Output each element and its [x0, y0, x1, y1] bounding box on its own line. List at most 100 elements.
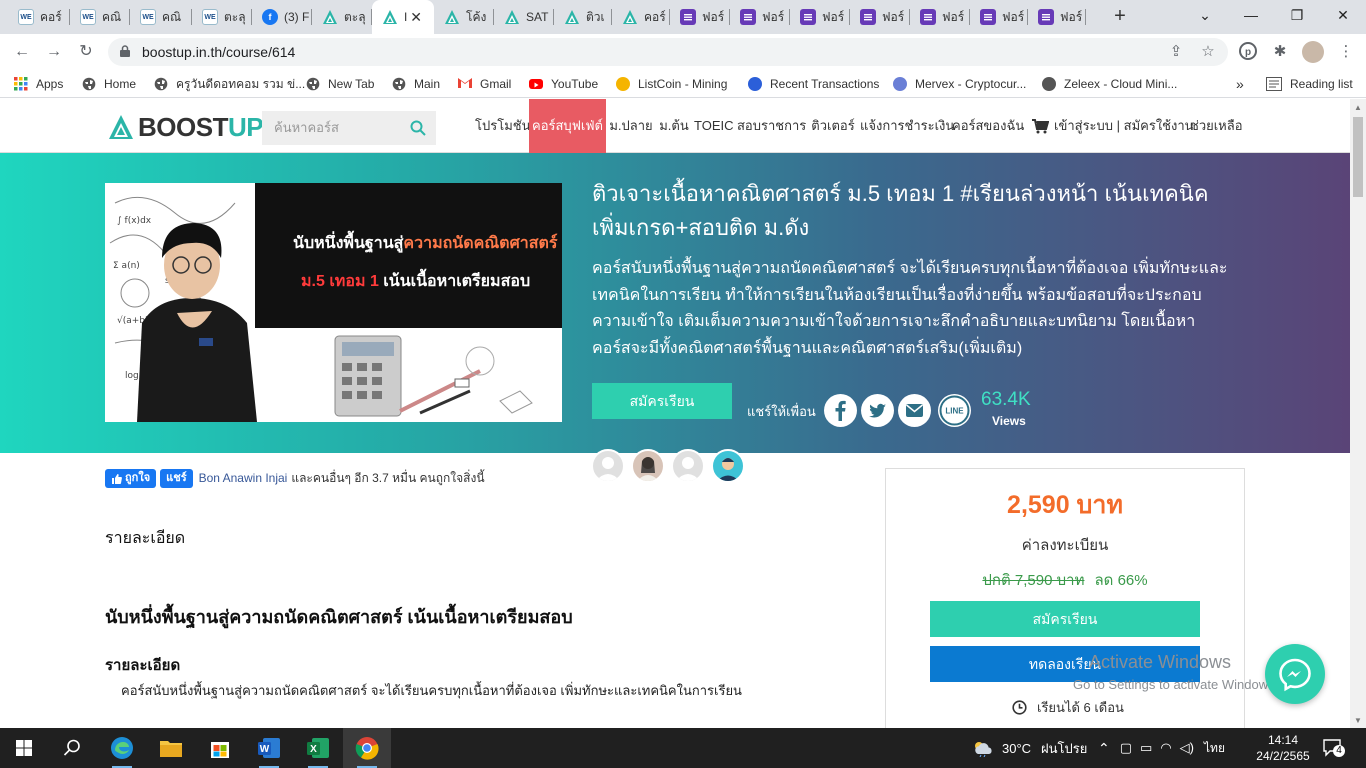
enroll-button[interactable]: สมัครเรียน — [930, 601, 1200, 637]
bookmarks-bar: Apps Home ครูวันดีดอทคอม รวม ข่... New Tab M… — [0, 70, 1366, 98]
search-icon[interactable] — [410, 120, 426, 136]
battery-icon[interactable]: ▭ — [1140, 740, 1152, 756]
word-icon[interactable]: W — [245, 728, 293, 768]
meet-now-icon[interactable]: ▢ — [1120, 740, 1132, 756]
browser-tab[interactable]: ฟอร์ — [1028, 0, 1086, 34]
lock-icon — [120, 45, 130, 57]
browser-tab[interactable]: f (3) F — [252, 0, 312, 34]
address-bar[interactable]: boostup.in.th/course/614 ⇪ ☆ — [108, 38, 1228, 66]
bookmark-item[interactable]: Apps — [14, 70, 63, 98]
notification-center-icon[interactable]: 4 — [1322, 737, 1345, 759]
browser-tab[interactable]: ติวเ — [554, 0, 612, 34]
cart-icon[interactable] — [1031, 99, 1049, 153]
email-share-icon[interactable] — [898, 394, 931, 427]
bookmark-item[interactable]: Zeleex - Cloud Mini... — [1042, 70, 1177, 98]
nav-item[interactable]: ติวเตอร์ — [811, 99, 855, 153]
nav-item[interactable]: คอร์สบุฟเฟ่ต์ — [529, 99, 606, 153]
bookmark-item[interactable]: ListCoin - Mining — [616, 70, 727, 98]
bookmark-star-icon[interactable]: ☆ — [1198, 42, 1218, 62]
minimize-icon[interactable]: — — [1228, 0, 1274, 30]
nav-item[interactable]: TOEIC — [694, 99, 734, 153]
svg-text:X: X — [310, 744, 317, 755]
close-tab-icon[interactable]: ✕ — [410, 9, 422, 25]
browser-tab[interactable]: คอร์ — [612, 0, 670, 34]
forward-icon[interactable]: → — [42, 40, 66, 64]
profile-avatar[interactable] — [1302, 41, 1324, 63]
chrome-icon[interactable] — [343, 728, 391, 768]
browser-tab[interactable]: ตะลุ — [312, 0, 372, 34]
edge-icon[interactable] — [98, 728, 146, 768]
start-icon[interactable] — [0, 728, 48, 768]
nav-item[interactable]: แจ้งการชำระเงิน — [860, 99, 954, 153]
bookmark-item[interactable]: Home — [82, 70, 136, 98]
nav-item[interactable]: โปรโมชัน — [475, 99, 530, 153]
browser-tab[interactable]: โค้ง — [434, 0, 494, 34]
wifi-icon[interactable]: ◠ — [1160, 740, 1171, 756]
extensions-puzzle-icon[interactable]: ✱ — [1270, 42, 1290, 62]
fb-like-button[interactable]: ถูกใจ — [105, 468, 157, 488]
reload-icon[interactable]: ↻ — [74, 40, 98, 64]
store-icon[interactable] — [196, 728, 244, 768]
excel-icon[interactable]: X — [294, 728, 342, 768]
back-icon[interactable]: ← — [10, 40, 34, 64]
browser-tab[interactable]: WE ตะลุ — [192, 0, 252, 34]
restore-icon[interactable]: ❐ — [1274, 0, 1320, 30]
search-placeholder: ค้นหาคอร์ส — [274, 120, 339, 135]
fb-friend-name[interactable]: Bon Anawin Injai — [199, 471, 288, 485]
weather-widget[interactable]: 30°C ฝนโปรย — [972, 728, 1087, 768]
new-tab-button[interactable]: + — [1108, 5, 1132, 29]
messenger-chat-button[interactable] — [1265, 644, 1325, 704]
browser-tab[interactable]: WE คณิ — [70, 0, 130, 34]
browser-tab[interactable]: ฟอร์ — [910, 0, 970, 34]
browser-tab[interactable]: I ✕ — [372, 0, 434, 34]
language-indicator[interactable]: ไทย — [1204, 739, 1225, 758]
notification-count: 4 — [1333, 745, 1345, 757]
twitter-share-icon[interactable] — [861, 394, 894, 427]
pinterest-extension-icon[interactable]: p — [1238, 42, 1258, 62]
nav-item[interactable]: เข้าสู่ระบบ | สมัครใช้งาน — [1054, 99, 1194, 153]
close-window-icon[interactable]: ✕ — [1320, 0, 1366, 30]
line-share-icon[interactable]: LINE — [938, 394, 971, 427]
browser-tab[interactable]: WE คอร์ — [8, 0, 70, 34]
nav-item[interactable]: ม.ปลาย — [608, 99, 654, 153]
tray-chevron-icon[interactable]: ⌃ — [1098, 740, 1110, 757]
browser-tab[interactable]: ฟอร์ — [850, 0, 910, 34]
file-explorer-icon[interactable] — [147, 728, 195, 768]
scrollbar-thumb[interactable] — [1353, 117, 1363, 197]
boostup-logo[interactable]: BOOSTUP — [108, 113, 264, 141]
browser-tab[interactable]: ฟอร์ — [790, 0, 850, 34]
tab-search-icon[interactable]: ⌄ — [1182, 0, 1228, 30]
bookmark-item[interactable]: Recent Transactions — [748, 70, 879, 98]
hero-enroll-button[interactable]: สมัครเรียน — [592, 383, 732, 419]
facebook-share-icon[interactable] — [824, 394, 857, 427]
course-search-input[interactable]: ค้นหาคอร์ส — [262, 111, 436, 145]
fb-share-button[interactable]: แชร์ — [160, 468, 193, 488]
trial-button[interactable]: ทดลองเรียน — [930, 646, 1200, 682]
nav-item[interactable]: ม.ต้น — [657, 99, 691, 153]
search-icon[interactable] — [48, 728, 96, 768]
browser-tab[interactable]: ฟอร์ — [670, 0, 730, 34]
volume-icon[interactable]: ◁) — [1180, 740, 1194, 756]
discount-info: ปกติ 7,590 บาท ลด 66% — [886, 568, 1244, 592]
bookmark-item[interactable]: New Tab — [306, 70, 374, 98]
reading-list-button[interactable]: Reading list — [1266, 70, 1353, 98]
nav-item[interactable]: คอร์สของฉัน — [952, 99, 1024, 153]
bookmark-item[interactable]: Main — [392, 70, 440, 98]
tab-title: SAT — [526, 10, 549, 24]
browser-tab[interactable]: ฟอร์ — [970, 0, 1028, 34]
menu-kebab-icon[interactable]: ⋮ — [1336, 42, 1356, 62]
bookmark-item[interactable]: ครูวันดีดอทคอม รวม ข่... — [154, 70, 305, 98]
browser-tab[interactable]: ฟอร์ — [730, 0, 790, 34]
clock[interactable]: 14:14 24/2/2565 — [1255, 732, 1311, 764]
tab-title: ฟอร์ — [822, 9, 845, 24]
bookmarks-more-icon[interactable]: » — [1236, 70, 1244, 98]
browser-tab[interactable]: SAT — [494, 0, 554, 34]
page-scrollbar[interactable]: ▲ ▼ — [1350, 99, 1366, 728]
bookmark-item[interactable]: Gmail — [458, 70, 511, 98]
browser-tab[interactable]: WE คณิ — [130, 0, 192, 34]
nav-item[interactable]: สอบราชการ — [737, 99, 806, 153]
share-page-icon[interactable]: ⇪ — [1166, 42, 1186, 62]
bookmark-item[interactable]: YouTube — [529, 70, 598, 98]
nav-item[interactable]: ช่วยเหลือ — [1190, 99, 1243, 153]
bookmark-item[interactable]: Mervex - Cryptocur... — [893, 70, 1026, 98]
